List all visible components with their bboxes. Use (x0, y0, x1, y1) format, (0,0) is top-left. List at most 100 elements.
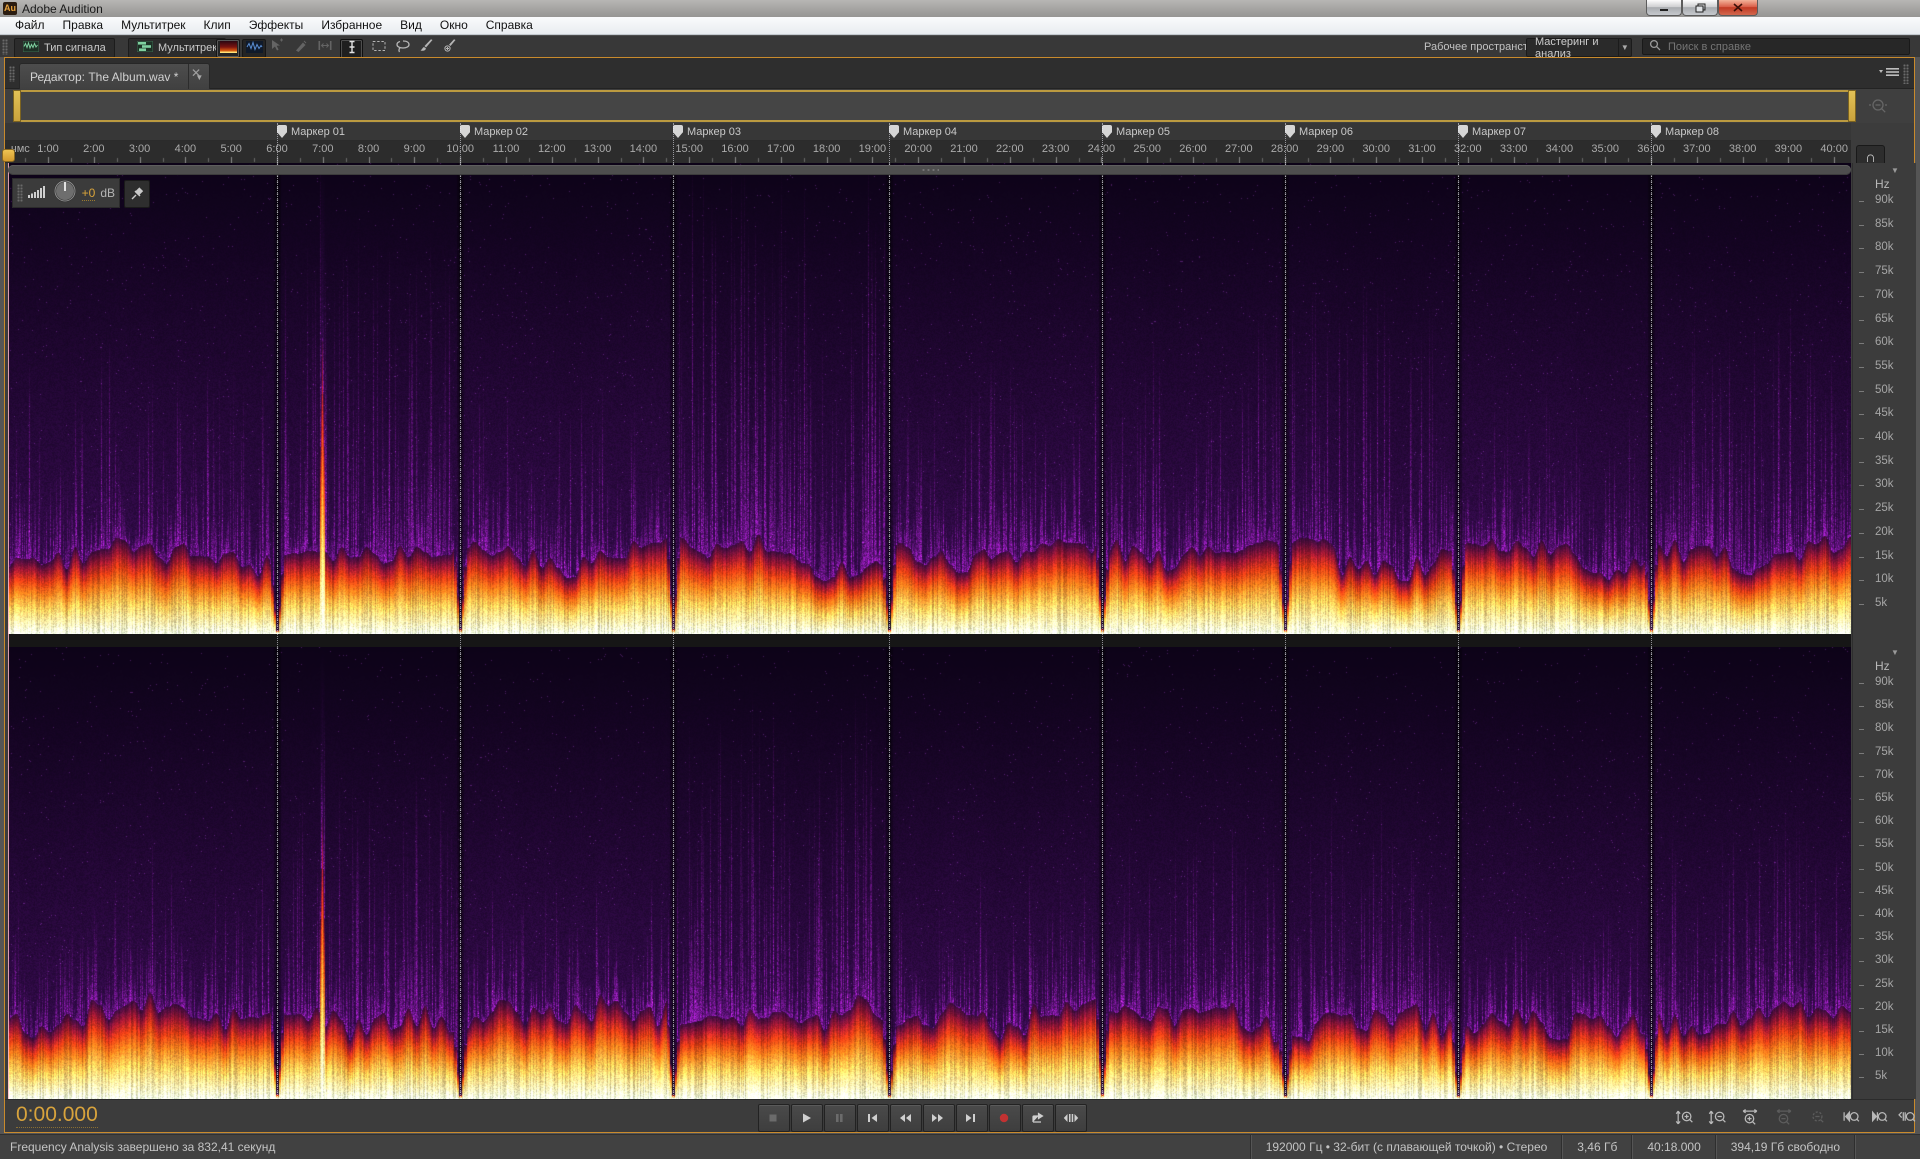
freq-label: 35k (1875, 931, 1894, 943)
marker-2[interactable]: Маркер 02 (460, 125, 528, 139)
tab-editor[interactable]: Редактор: The Album.wav * ▼ (19, 63, 210, 90)
time-ruler[interactable]: чмс 1:002:003:004:005:006:007:008:009:00… (5, 141, 1851, 163)
marker-3[interactable]: Маркер 03 (673, 125, 741, 139)
spotbrush-icon (443, 38, 459, 59)
menu-item-5[interactable]: Эффекты (240, 17, 313, 34)
ruler-label: 37:00 (1683, 143, 1711, 155)
loop-playback-button[interactable] (1022, 1104, 1054, 1132)
overview-left-handle[interactable] (13, 90, 21, 122)
multitrack-view-label: Мультитрек (158, 42, 217, 54)
menu-item-3[interactable]: Мультитрек (112, 17, 194, 34)
zoom-in-horizontal-button[interactable] (1737, 1106, 1763, 1128)
freq-tick (1859, 729, 1864, 730)
menu-item-8[interactable]: Окно (431, 17, 477, 34)
spectrogram-left-channel[interactable] (8, 163, 1851, 634)
zoom-out-vertical-button[interactable] (1704, 1106, 1730, 1128)
marquee-selection-tool[interactable] (368, 39, 389, 57)
pause-button[interactable] (824, 1104, 856, 1132)
freq-tick (1859, 604, 1864, 605)
overview-view-box[interactable] (13, 90, 1856, 122)
frequency-scale-column: Hz▼90k85k80k75k70k65k60k55k50k45k40k35k3… (1852, 163, 1916, 1099)
ruler-label: 4:00 (175, 143, 196, 155)
stop-button[interactable] (758, 1104, 790, 1132)
scrollbar-grip (921, 168, 939, 172)
menu-item-4[interactable]: Клип (195, 17, 240, 34)
menu-item-7[interactable]: Вид (391, 17, 431, 34)
brush-icon (419, 38, 435, 59)
zoom-out-point-button[interactable] (1866, 1106, 1892, 1128)
slide-icon (317, 38, 333, 59)
scale-menu-icon-1[interactable]: ▼ (1891, 166, 1899, 175)
zoom-in-vertical-button[interactable] (1671, 1106, 1697, 1128)
slide-tool[interactable] (314, 39, 335, 57)
marker-row: Маркер 01 Маркер 02 Маркер 03 Маркер 04 Марк… (5, 123, 1851, 141)
ruler-label: 8:00 (358, 143, 379, 155)
gain-knob-icon[interactable] (53, 179, 77, 208)
ruler-label: 7:00 (312, 143, 333, 155)
playhead-handle[interactable] (2, 149, 15, 162)
move-tool[interactable] (266, 39, 287, 57)
skip-forward-button[interactable] (956, 1104, 988, 1132)
marker-4[interactable]: Маркер 04 (889, 125, 957, 139)
horizontal-scrollbar[interactable] (8, 165, 1851, 175)
tab-close-icon[interactable]: ✕ (191, 67, 201, 79)
close-button[interactable] (1718, 0, 1758, 16)
time-selection-tool[interactable] (340, 39, 363, 59)
freq-tick (1859, 845, 1864, 846)
zoom-selection-button[interactable] (1894, 1106, 1920, 1128)
help-search-box[interactable] (1642, 38, 1910, 55)
multitrack-view-button[interactable]: Мультитрек (128, 38, 226, 58)
panel-right-grip (1903, 64, 1909, 84)
lasso-selection-tool[interactable] (392, 39, 413, 57)
menu-item-9[interactable]: Справка (477, 17, 542, 34)
waveform-view-button[interactable]: Тип сигнала (14, 38, 115, 58)
fast-forward-button[interactable] (923, 1104, 955, 1132)
razor-icon (293, 38, 309, 59)
freq-label: 55k (1875, 838, 1894, 850)
spectral-gain-hud[interactable]: +0 dB (12, 178, 120, 208)
spectrogram-right-channel[interactable] (8, 647, 1851, 1099)
maximize-button[interactable] (1682, 0, 1718, 16)
panel-grip (9, 66, 15, 82)
marker-8[interactable]: Маркер 08 (1651, 125, 1719, 139)
freq-tick (1859, 1031, 1864, 1032)
paintbrush-selection-tool[interactable] (416, 39, 437, 57)
waveform-display-toggle[interactable] (242, 39, 266, 58)
scale-menu-icon-2[interactable]: ▼ (1891, 648, 1899, 657)
marker-5[interactable]: Маркер 05 (1102, 125, 1170, 139)
menu-item-1[interactable]: Файл (6, 17, 54, 34)
menu-item-2[interactable]: Правка (54, 17, 113, 34)
status-divider (1854, 1135, 1856, 1159)
search-input[interactable] (1666, 40, 1890, 54)
time-display[interactable]: 0:00.000 (16, 1103, 98, 1128)
minimize-button[interactable] (1646, 0, 1682, 16)
workspace-dropdown[interactable]: Мастеринг и анализ ▼ (1526, 38, 1632, 57)
gain-value[interactable]: +0 (82, 186, 96, 201)
menu-item-6[interactable]: Избранное (312, 17, 391, 34)
ruler-label: 30:00 (1362, 143, 1390, 155)
title-bar: Au Adobe Audition (0, 0, 1920, 18)
play-button[interactable] (791, 1104, 823, 1132)
rewind-button[interactable] (890, 1104, 922, 1132)
pin-hud-button[interactable] (124, 180, 150, 208)
marker-6[interactable]: Маркер 06 (1285, 125, 1353, 139)
freq-label: 75k (1875, 746, 1894, 758)
skip-back-button[interactable] (857, 1104, 889, 1132)
overview-right-handle[interactable] (1848, 90, 1856, 122)
spot-healing-brush-tool[interactable] (440, 39, 461, 57)
panel-menu-icon[interactable] (1877, 66, 1903, 78)
marker-flag-icon (1285, 125, 1295, 138)
zoom-in-point-button[interactable] (1838, 1106, 1864, 1128)
marker-1[interactable]: Маркер 01 (277, 125, 345, 139)
spectral-display-toggle[interactable] (216, 39, 240, 58)
freq-label: 70k (1875, 769, 1894, 781)
freq-label: 35k (1875, 455, 1894, 467)
razor-tool[interactable] (290, 39, 311, 57)
ruler-label: 12:00 (538, 143, 566, 155)
marker-7[interactable]: Маркер 07 (1458, 125, 1526, 139)
record-button[interactable] (989, 1104, 1021, 1132)
marker-label: Маркер 07 (1472, 125, 1526, 139)
ruler-label: 34:00 (1546, 143, 1574, 155)
skip-selection-button[interactable] (1055, 1104, 1087, 1132)
waveform-icon (23, 41, 39, 55)
